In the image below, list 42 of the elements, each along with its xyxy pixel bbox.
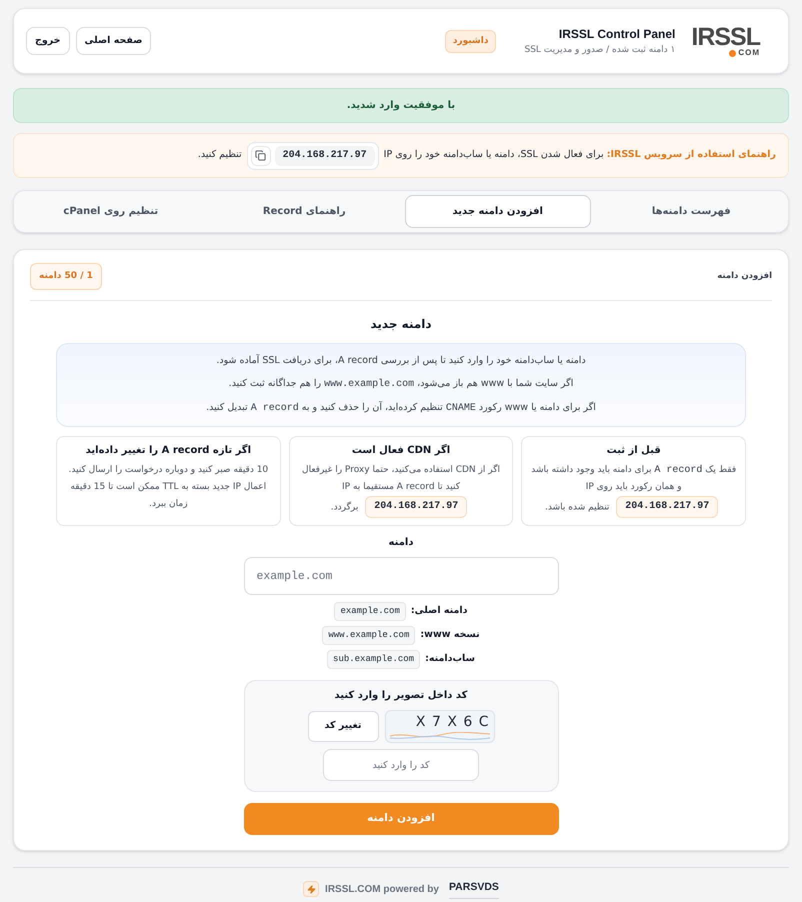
tip-text: 10 دقیقه صبر کنید و دوباره درخواست را ارسال کنید. اعمال IP جدید بسته به TTL ممکن است تا 15 دقیقه زمان ببرد. [68,464,270,511]
tab[interactable]: تنظیم روی cPanel [18,195,204,228]
tip-title: اگر تازه A record را تغییر داده‌اید [86,446,252,456]
dashboard-badge: داشبورد [444,30,496,52]
example-domain: example.com [334,602,406,621]
captcha-title: کد داخل تصویر را وارد کنید [334,691,468,701]
tip-title: قبل از ثبت [606,446,661,456]
info-text: دامنه یا ساب‌دامنه خود را وارد کنید تا پس از بررسی A record، برای دریافت SSL آماده شود. [216,353,586,368]
success-message: با موفقیت وارد شدید. [346,99,456,113]
example-domain: www.example.com [322,626,416,645]
guide-text: راهنمای استفاده از سرویس IRSSL: برای فعال شدن SSL، دامنه یا ساب‌دامنه خود را روی IP [384,148,776,162]
header-button[interactable]: صفحه اصلی [76,27,152,55]
tab[interactable]: افزودن دامنه جدید [405,195,590,228]
tab[interactable]: راهنمای Record [212,195,397,228]
example-label: ساب‌دامنه: [425,652,475,666]
domain-input[interactable]: example.com [244,557,558,595]
logo-suffix: COM [738,49,760,57]
domain-label: دامنه [388,538,414,548]
tab[interactable]: فهرست دامنه‌ها [598,195,784,228]
logo-wordmark: IRSSL [691,25,760,49]
captcha-input[interactable]: کد را وارد کنید [323,749,479,781]
header-button[interactable]: خروج [26,27,70,55]
example-label: نسخه www: [420,628,480,642]
footer-link[interactable]: PARSVDS [448,880,499,899]
guide-text-end: تنظیم کنید. [198,148,242,162]
ip-address-chip: 204.168.217.97 [616,496,718,518]
captcha-code: X 7 X 6 C [416,715,490,729]
example-domain: sub.example.com [327,650,420,669]
tip-title: اگر CDN فعال است [352,446,450,456]
copy-icon [255,150,266,161]
section-title: افزودن دامنه [717,270,772,283]
panel-title: IRSSL Control Panel [558,28,676,40]
example-label: دامنه اصلی: [410,604,468,618]
panel-subtitle: ۱ دامنه ثبت شده / صدور و مدیریت SSL [524,46,676,54]
refresh-code-button[interactable]: تغییر کد [308,711,378,742]
quota-badge: 1 / 50 دامنه [30,263,102,290]
copy-button[interactable] [250,146,271,166]
ip-address: 204.168.217.97 [274,146,375,166]
ip-address-chip: 204.168.217.97 [365,496,468,518]
footer-text: IRSSL.COM powered by [325,882,439,897]
bolt-icon [303,881,320,898]
form-title: دامنه جدید [370,318,432,330]
